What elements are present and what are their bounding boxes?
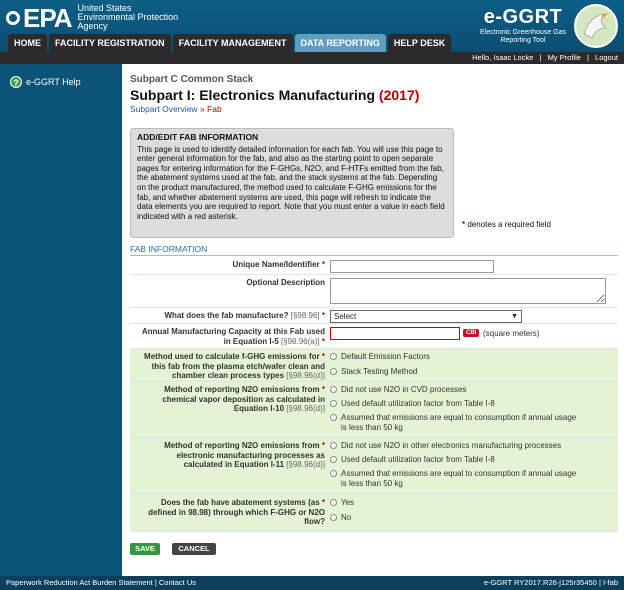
radio-button[interactable] [330, 456, 337, 463]
optional-description-textarea[interactable] [330, 278, 606, 304]
sidebar: ? e-GGRT Help [0, 64, 122, 576]
fab-form: Unique Name/Identifier * Optional Descri… [130, 257, 618, 532]
radio-button[interactable] [330, 368, 337, 375]
epa-logo[interactable]: EPA United States Environmental Protecti… [6, 4, 178, 31]
section-label: FAB INFORMATION [130, 244, 208, 254]
tab-facility-registration[interactable]: FACILITY REGISTRATION [49, 34, 171, 52]
capacity-input[interactable] [330, 327, 460, 340]
breadcrumb-current: Fab [207, 104, 222, 114]
radio-button[interactable] [330, 470, 337, 477]
epa-flower-icon [6, 10, 20, 25]
unique-name-input[interactable] [330, 260, 494, 273]
n2o-other-option-none[interactable]: Did not use N2O in other electronics man… [330, 441, 561, 451]
help-link-label: e-GGRT Help [26, 77, 81, 87]
user-bar: Hello, Isaac Locke | My Profile | Logout [0, 52, 624, 64]
required-field-note: * denotes a required field [462, 220, 551, 229]
cancel-button[interactable]: CANCEL [172, 543, 216, 555]
n2o-cvd-option-consumption[interactable]: Assumed that emissions are equal to cons… [330, 413, 580, 432]
logout-link[interactable]: Logout [595, 53, 618, 62]
abatement-option-no[interactable]: No [330, 513, 351, 523]
row-abatement: Does the fab have abatement systems (as … [130, 494, 618, 532]
radio-button[interactable] [330, 442, 337, 449]
version-info: e-GGRT RY2017.R26-j125r35450 [483, 578, 597, 587]
fghg-option-stack-testing[interactable]: Stack Testing Method [330, 367, 417, 377]
save-button[interactable]: SAVE [130, 543, 160, 555]
radio-button[interactable] [330, 353, 337, 360]
row-capacity: Annual Manufacturing Capacity at this Fa… [130, 324, 618, 349]
tab-home[interactable]: HOME [8, 34, 47, 52]
cbi-badge[interactable]: CBI [463, 329, 480, 337]
abatement-label: Does the fab have abatement systems (as … [148, 498, 325, 526]
row-optional-description: Optional Description [130, 275, 618, 308]
bird-logo-icon [574, 4, 618, 48]
my-profile-link[interactable]: My Profile [548, 53, 581, 62]
row-unique-name: Unique Name/Identifier * [130, 257, 618, 275]
eggrt-brand: e-GGRT Electronic Greenhouse Gas Reporti… [480, 6, 566, 45]
reporting-year: (2017) [378, 87, 420, 103]
n2o-cvd-option-default-factor[interactable]: Used default utilization factor from Tab… [330, 399, 495, 409]
page-subtitle: Subpart C Common Stack [130, 74, 254, 85]
main-nav: HOME FACILITY REGISTRATION FACILITY MANA… [0, 34, 453, 52]
paperwork-link[interactable]: Paperwork Reduction Act Burden Statement [6, 578, 153, 587]
unique-name-label: Unique Name/Identifier * [232, 260, 325, 269]
row-fab-manufacture: What does the fab manufacture? [§98.96] … [130, 308, 618, 324]
n2o-other-label: Method of reporting N2O emissions from *… [164, 441, 325, 469]
info-heading: ADD/EDIT FAB INFORMATION [137, 132, 259, 142]
radio-button[interactable] [330, 400, 337, 407]
n2o-cvd-label: Method of reporting N2O emissions from *… [162, 385, 325, 413]
capacity-label: Annual Manufacturing Capacity at this Fa… [141, 327, 325, 346]
app-name: e-GGRT [483, 6, 563, 28]
radio-button[interactable] [330, 514, 337, 521]
row-n2o-cvd: Method of reporting N2O emissions from *… [130, 382, 618, 438]
info-body: This page is used to identify detailed i… [137, 144, 445, 221]
help-link[interactable]: ? e-GGRT Help [10, 76, 81, 88]
abatement-option-yes[interactable]: Yes [330, 498, 354, 508]
n2o-other-option-default-factor[interactable]: Used default utilization factor from Tab… [330, 455, 495, 465]
app-subtitle: Electronic Greenhouse Gas Reporting Tool [480, 29, 566, 44]
section-divider [130, 255, 618, 256]
fghg-method-label: Method used to calculate f-GHG emissions… [144, 352, 325, 380]
page-code: I-fab [602, 578, 618, 587]
radio-button[interactable] [330, 499, 337, 506]
contact-us-link[interactable]: Contact Us [159, 578, 196, 587]
tab-help-desk[interactable]: HELP DESK [387, 34, 452, 52]
radio-button[interactable] [330, 414, 337, 421]
row-fghg-method: Method used to calculate f-GHG emissions… [130, 349, 618, 382]
footer: Paperwork Reduction Act Burden Statement… [0, 576, 624, 590]
fab-manufacture-select[interactable]: Select ▼ [330, 310, 522, 323]
tab-data-reporting[interactable]: DATA REPORTING [294, 34, 386, 52]
optional-description-label: Optional Description [246, 278, 325, 287]
page-title: Subpart I: Electronics Manufacturing (20… [130, 87, 420, 103]
fab-manufacture-label: What does the fab manufacture? [§98.96] … [164, 311, 325, 320]
radio-button[interactable] [330, 386, 337, 393]
info-box: ADD/EDIT FAB INFORMATION This page is us… [130, 128, 454, 238]
chevron-down-icon: ▼ [511, 313, 518, 320]
epa-logo-text: EPA [23, 2, 73, 33]
fghg-option-default[interactable]: Default Emission Factors [330, 352, 430, 362]
question-circle-icon: ? [10, 76, 22, 88]
breadcrumb-subpart-overview[interactable]: Subpart Overview [130, 104, 198, 114]
n2o-cvd-option-none[interactable]: Did not use N2O in CVD processes [330, 385, 466, 395]
agency-name: United States Environmental Protection A… [77, 3, 179, 31]
capacity-unit: (square meters) [483, 329, 540, 338]
tab-facility-management[interactable]: FACILITY MANAGEMENT [172, 34, 293, 52]
n2o-other-option-consumption[interactable]: Assumed that emissions are equal to cons… [330, 469, 580, 488]
main-content: Subpart C Common Stack Subpart I: Electr… [122, 64, 624, 576]
user-greeting: Hello, Isaac Locke [472, 53, 534, 62]
breadcrumb: Subpart Overview » Fab [130, 104, 222, 114]
row-n2o-other: Method of reporting N2O emissions from *… [130, 438, 618, 494]
